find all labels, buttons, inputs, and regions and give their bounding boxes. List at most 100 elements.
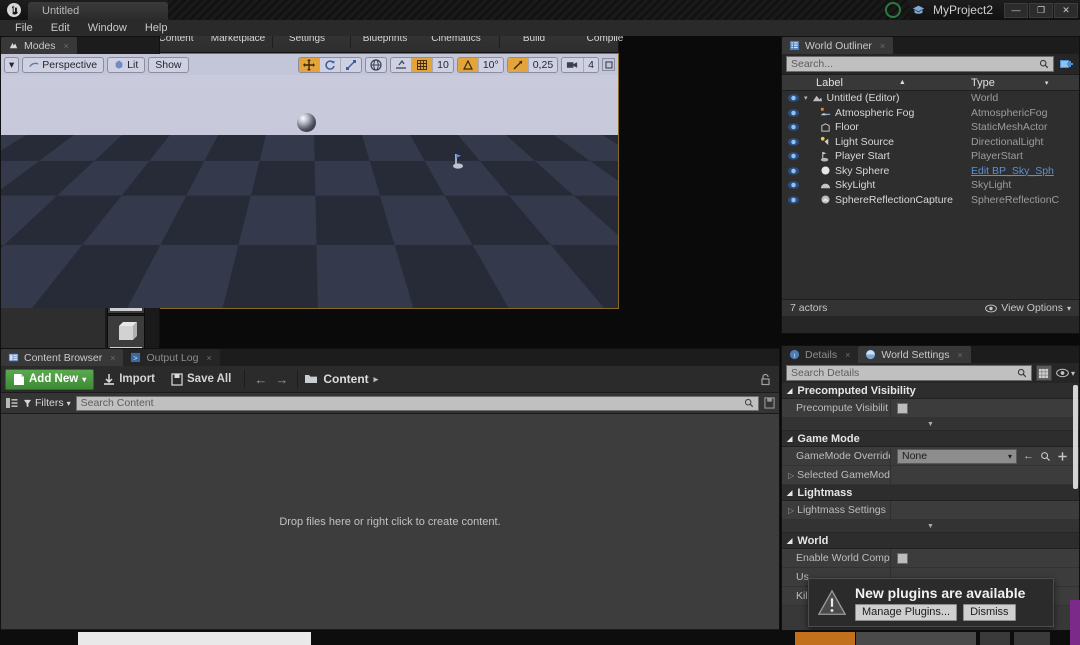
outliner-search-input[interactable]: Search...	[786, 56, 1054, 72]
outliner-row-player-start[interactable]: Player Start PlayerStart	[782, 149, 1079, 164]
add-new-button[interactable]: Add New ▾	[5, 369, 94, 390]
breadcrumb[interactable]: Content ▸	[304, 372, 378, 386]
level-tab[interactable]: Untitled	[28, 2, 168, 20]
grid-snap-value[interactable]: 10	[433, 58, 453, 72]
import-button[interactable]: Import	[96, 369, 162, 390]
plus-icon[interactable]	[1057, 451, 1068, 462]
close-button[interactable]: ✕	[1054, 3, 1078, 18]
rotate-gizmo-button[interactable]	[320, 58, 341, 72]
tab-output-log[interactable]: > Output Log ×	[123, 349, 219, 366]
outliner-row-floor[interactable]: Floor StaticMeshActor	[782, 120, 1079, 135]
menu-edit[interactable]: Edit	[42, 20, 79, 36]
menu-window[interactable]: Window	[79, 20, 136, 36]
content-search-input[interactable]: Search Content	[76, 396, 759, 411]
property-row-enable-world-composition[interactable]: Enable World Compo	[782, 549, 1079, 568]
minimize-button[interactable]: —	[1004, 3, 1028, 18]
viewport-show-button[interactable]: Show	[148, 57, 188, 73]
outliner-row-list[interactable]: ▾ Untitled (Editor) World Atmospheric Fo	[782, 91, 1079, 299]
property-row-lightmass-settings[interactable]: ▷Lightmass Settings	[782, 501, 1079, 520]
menu-help[interactable]: Help	[136, 20, 177, 36]
taskbar-item-5[interactable]	[1014, 632, 1050, 645]
property-row-gamemode-override[interactable]: GameMode Override None ▾ ←	[782, 447, 1079, 466]
visibility-eye-icon[interactable]	[782, 108, 804, 118]
grid-snap-toggle[interactable]	[412, 58, 433, 72]
tab-world-settings-close[interactable]: ×	[957, 350, 962, 360]
save-all-button[interactable]: Save All	[164, 369, 238, 390]
viewport-viewmode-button[interactable]: Lit	[107, 57, 145, 73]
player-start-gizmo[interactable]	[451, 153, 465, 169]
maximize-viewport-button[interactable]	[602, 58, 615, 71]
breadcrumb-arrow-icon[interactable]: ▸	[374, 374, 379, 385]
sky-sphere-object[interactable]	[297, 113, 316, 132]
reset-to-default-icon[interactable]: ←	[1023, 450, 1034, 462]
tab-content-browser[interactable]: Content Browser ×	[1, 349, 123, 366]
add-actor-icon[interactable]	[1058, 56, 1075, 72]
maximize-button[interactable]: ❐	[1029, 3, 1053, 18]
outliner-view-options-button[interactable]: View Options ▾	[985, 302, 1071, 314]
taskbar-item-4[interactable]	[980, 632, 1010, 645]
camera-speed-value[interactable]: 4	[584, 58, 598, 72]
tab-world-settings[interactable]: World Settings ×	[858, 346, 970, 363]
visibility-eye-icon[interactable]	[782, 122, 804, 132]
section-expand-bar[interactable]: ▼	[782, 418, 1079, 431]
outliner-row-skylight[interactable]: SkyLight SkyLight	[782, 178, 1079, 193]
visibility-eye-icon[interactable]	[782, 195, 804, 205]
taskbar-item-1[interactable]	[78, 632, 311, 645]
lock-icon[interactable]	[760, 373, 775, 386]
tab-details-close[interactable]: ×	[845, 350, 850, 360]
outliner-row-light-source[interactable]: Light Source DirectionalLight	[782, 135, 1079, 150]
angle-snap-value[interactable]: 10°	[479, 58, 503, 72]
visibility-eye-icon[interactable]	[782, 151, 804, 161]
tab-output-log-close[interactable]: ×	[206, 353, 211, 363]
section-precomputed-visibility[interactable]: ◢ Precomputed Visibility	[782, 383, 1079, 399]
property-row-selected-gamemode[interactable]: ▷Selected GameMod	[782, 466, 1079, 485]
scale-snap-toggle[interactable]	[508, 58, 529, 72]
sources-toggle-icon[interactable]	[5, 397, 18, 409]
tab-content-browser-close[interactable]: ×	[110, 353, 115, 363]
taskbar-item-2[interactable]	[795, 632, 855, 645]
viewport-scene[interactable]: Z X Y	[1, 75, 618, 308]
filters-button[interactable]: Filters ▾	[23, 397, 71, 409]
camera-speed-icon[interactable]	[562, 58, 584, 72]
visibility-eye-icon[interactable]	[782, 180, 804, 190]
outliner-type-column[interactable]: Type ▾	[971, 77, 1079, 89]
content-browser-asset-area[interactable]: Drop files here or right click to create…	[1, 414, 779, 629]
property-row-precompute-visibility[interactable]: Precompute Visibilit	[782, 399, 1079, 418]
section-game-mode[interactable]: ◢ Game Mode	[782, 431, 1079, 447]
scale-snap-value[interactable]: 0,25	[529, 58, 557, 72]
taskbar-item-6[interactable]	[1070, 600, 1080, 645]
manage-plugins-button[interactable]: Manage Plugins...	[855, 604, 957, 621]
scale-gizmo-button[interactable]	[341, 58, 361, 72]
visibility-eye-icon[interactable]	[782, 137, 804, 147]
details-search-input[interactable]: Search Details	[786, 365, 1032, 381]
viewport-options-button[interactable]: ▾	[4, 57, 19, 73]
tab-world-outliner-close[interactable]: ×	[880, 41, 885, 51]
tab-modes-close[interactable]: ×	[64, 41, 69, 51]
visibility-eye-icon[interactable]	[782, 166, 804, 176]
tab-modes[interactable]: Modes ×	[1, 37, 77, 54]
translate-gizmo-button[interactable]	[299, 58, 320, 72]
outliner-row-type-link[interactable]: Edit BP_Sky_Sph	[971, 165, 1079, 177]
viewport-perspective-button[interactable]: Perspective	[22, 57, 104, 73]
grid-view-icon[interactable]	[1036, 365, 1052, 381]
nav-forward-button[interactable]: →	[272, 372, 291, 387]
outliner-row-atmospheric-fog[interactable]: Atmospheric Fog AtmosphericFog	[782, 106, 1079, 121]
surface-snap-button[interactable]	[391, 58, 412, 72]
angle-snap-toggle[interactable]	[458, 58, 479, 72]
tab-world-outliner[interactable]: World Outliner ×	[782, 37, 893, 54]
outliner-row-untitled-editor[interactable]: ▾ Untitled (Editor) World	[782, 91, 1079, 106]
details-scrollbar[interactable]	[1073, 385, 1078, 489]
gamemode-override-dropdown[interactable]: None ▾	[897, 449, 1017, 464]
outliner-row-sphere-reflection-capture[interactable]: SphereReflectionCapture SphereReflection…	[782, 193, 1079, 208]
dismiss-button[interactable]: Dismiss	[963, 604, 1016, 621]
placement-item-cube[interactable]	[107, 315, 145, 348]
expander-arrow-icon[interactable]: ▾	[804, 94, 808, 102]
coordinate-system-button[interactable]	[365, 57, 387, 73]
details-view-options-button[interactable]: ▾	[1056, 368, 1075, 378]
section-lightmass[interactable]: ◢ Lightmass	[782, 485, 1079, 501]
browse-icon[interactable]	[1040, 451, 1051, 462]
save-search-icon[interactable]	[764, 397, 775, 409]
subtree-expander-icon[interactable]: ▷	[788, 506, 794, 515]
section-expand-bar[interactable]: ▼	[782, 520, 1079, 533]
menu-file[interactable]: File	[6, 20, 42, 36]
